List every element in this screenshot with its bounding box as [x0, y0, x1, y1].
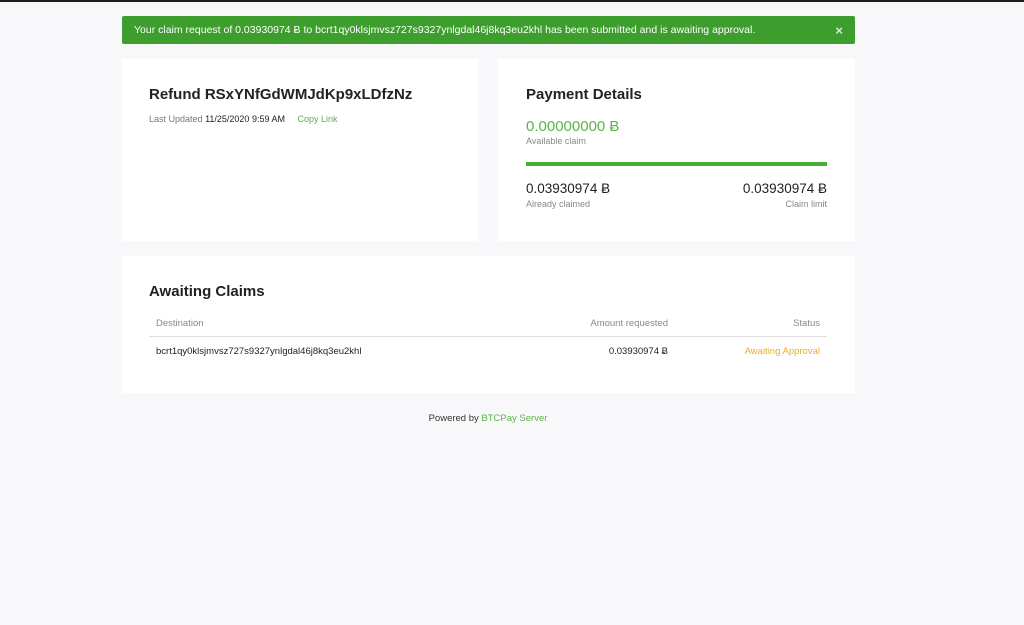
close-icon[interactable]: × — [835, 24, 843, 37]
refund-card: Refund RSxYNfGdWMJdKp9xLDfzNz Last Updat… — [122, 59, 478, 241]
header-amount: Amount requested — [590, 318, 668, 329]
available-claim-label: Available claim — [526, 136, 586, 146]
claim-destination: bcrt1qy0klsjmvsz727s9327ynlgdal46j8kq3eu… — [156, 346, 362, 357]
header-status: Status — [793, 318, 820, 329]
btcpay-server-link[interactable]: BTCPay Server — [481, 413, 547, 424]
alert-message: Your claim request of 0.03930974 Ƀ to bc… — [134, 24, 756, 36]
powered-by-label: Powered by — [428, 413, 479, 424]
claims-table: Destination Amount requested Status bcrt… — [149, 313, 827, 365]
claim-status-badge: Awaiting Approval — [744, 346, 820, 357]
claim-amount: 0.03930974 Ƀ — [608, 346, 668, 357]
awaiting-claims-title: Awaiting Claims — [149, 283, 265, 300]
already-claimed-label: Already claimed — [526, 199, 591, 209]
copy-link-button[interactable]: Copy Link — [297, 114, 337, 124]
table-header-row: Destination Amount requested Status — [149, 313, 827, 337]
claim-limit-amount: 0.03930974 Ƀ — [742, 181, 827, 196]
last-updated-value: 11/25/2020 9:59 AM — [205, 114, 285, 124]
refund-title: Refund RSxYNfGdWMJdKp9xLDfzNz — [149, 86, 413, 103]
claim-progress-bar — [526, 162, 827, 166]
awaiting-claims-card: Awaiting Claims Destination Amount reque… — [122, 256, 855, 393]
top-border — [0, 0, 1024, 2]
header-destination: Destination — [156, 318, 204, 329]
refund-meta: Last Updated 11/25/2020 9:59 AM Copy Lin… — [149, 114, 338, 124]
payment-details-card: Payment Details 0.00000000 Ƀ Available c… — [498, 59, 855, 241]
claim-progress-fill — [526, 162, 827, 166]
available-claim-amount: 0.00000000 Ƀ — [526, 118, 620, 135]
footer: Powered by BTCPay Server — [0, 413, 976, 424]
claim-limit-label: Claim limit — [785, 199, 828, 209]
payment-details-title: Payment Details — [526, 86, 642, 103]
already-claimed-amount: 0.03930974 Ƀ — [526, 181, 611, 196]
success-alert: Your claim request of 0.03930974 Ƀ to bc… — [122, 16, 855, 44]
table-row: bcrt1qy0klsjmvsz727s9327ynlgdal46j8kq3eu… — [149, 337, 827, 365]
last-updated-label: Last Updated — [149, 114, 203, 124]
